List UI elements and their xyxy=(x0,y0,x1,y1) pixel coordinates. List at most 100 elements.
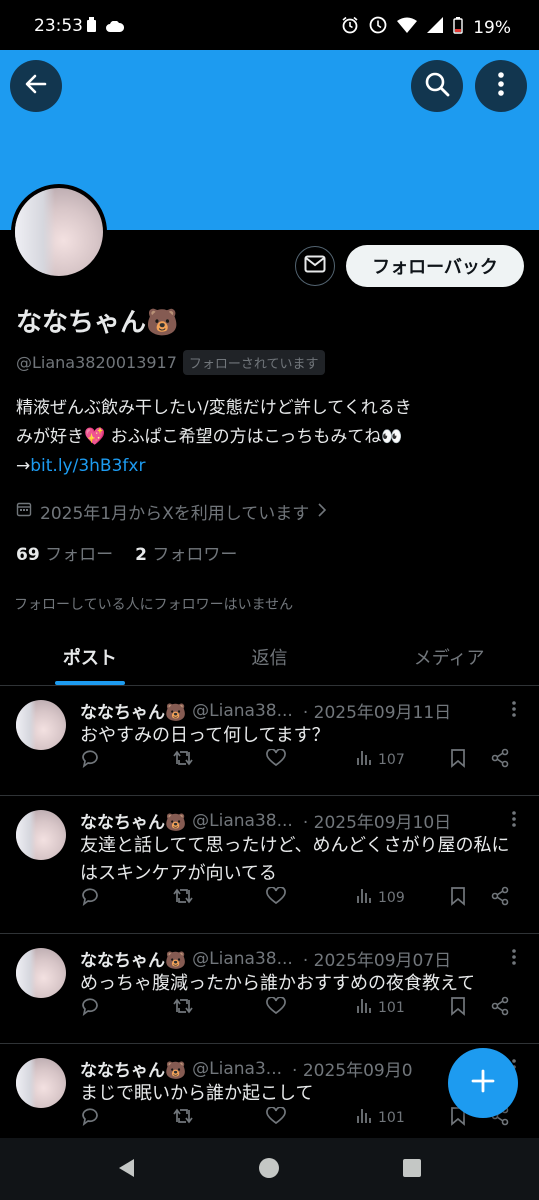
post-text: 友達と話してて思ったけど、めんどくさがり屋の私にはスキンケアが向いてる xyxy=(80,835,510,884)
nav-back-button[interactable] xyxy=(114,1158,138,1182)
heart-icon xyxy=(266,996,286,1019)
repost-button[interactable] xyxy=(172,997,194,1019)
views-button[interactable]: 109 xyxy=(356,887,405,909)
post-avatar[interactable] xyxy=(16,948,66,998)
heart-icon xyxy=(266,748,286,771)
reply-icon xyxy=(80,748,100,772)
post-item[interactable]: ななちゃん🐻 @Liana38... · 2025年09月10日 友達と話してて… xyxy=(0,796,539,934)
post-avatar[interactable] xyxy=(16,700,66,750)
share-button[interactable] xyxy=(490,996,510,1020)
tab-media[interactable]: メディア xyxy=(359,630,539,685)
battery-icon xyxy=(453,16,463,39)
search-icon xyxy=(423,70,451,102)
bookmark-button[interactable] xyxy=(450,748,466,772)
post-author-handle: @Liana38... xyxy=(192,948,293,969)
back-button[interactable] xyxy=(10,60,62,112)
post-text: おやすみの日って何してます？ xyxy=(80,725,330,746)
share-button[interactable] xyxy=(490,886,510,910)
cloud-icon xyxy=(106,18,125,38)
compose-post-button[interactable] xyxy=(448,1048,518,1118)
post-author-name: ななちゃん🐻 xyxy=(80,703,187,723)
post-item[interactable]: ななちゃん🐻 @Liana38... · 2025年09月07日 めっちゃ腹減っ… xyxy=(0,934,539,1044)
tab-posts[interactable]: ポスト xyxy=(0,630,180,685)
circle-home-icon xyxy=(258,1157,280,1183)
active-tab-indicator xyxy=(54,681,125,685)
like-button[interactable] xyxy=(266,996,286,1019)
joined-date-row[interactable]: 2025年1月からXを利用しています xyxy=(16,499,327,524)
more-vertical-icon xyxy=(497,71,505,101)
reply-icon xyxy=(80,1106,100,1130)
tab-replies[interactable]: 返信 xyxy=(180,630,360,685)
post-author-name: ななちゃん🐻 xyxy=(80,951,187,971)
bar-chart-icon xyxy=(356,749,374,771)
views-count: 101 xyxy=(378,1110,405,1126)
post-date: · 2025年09月0 xyxy=(292,1061,413,1081)
square-recents-icon xyxy=(402,1158,422,1182)
post-author-name: ななちゃん🐻 xyxy=(80,813,187,833)
system-nav-bar xyxy=(0,1138,539,1200)
profile-avatar[interactable] xyxy=(11,184,107,280)
post-author-name: ななちゃん🐻 xyxy=(80,1061,187,1081)
bio-link[interactable]: bit.ly/3hB3fxr xyxy=(30,456,145,476)
reply-icon xyxy=(80,886,100,910)
like-button[interactable] xyxy=(266,748,286,771)
signal-icon xyxy=(427,17,444,38)
post-date: · 2025年09月07日 xyxy=(302,951,452,971)
follows-you-badge: フォローされています xyxy=(182,350,325,375)
alarm-icon xyxy=(341,16,359,39)
joined-date: 2025年1月からXを利用しています xyxy=(40,504,310,524)
share-button[interactable] xyxy=(490,748,510,772)
bookmark-button[interactable] xyxy=(450,996,466,1020)
post-author-handle: @Liana38... xyxy=(192,810,293,831)
reply-button[interactable] xyxy=(80,1106,100,1130)
like-button[interactable] xyxy=(266,1106,286,1129)
profile-handle: @Liana3820013917 xyxy=(16,353,177,372)
share-icon xyxy=(490,996,510,1020)
bar-chart-icon xyxy=(356,997,374,1019)
bar-chart-icon xyxy=(356,1107,374,1129)
bookmark-button[interactable] xyxy=(450,886,466,910)
clock-icon xyxy=(369,16,387,39)
triangle-back-icon xyxy=(116,1157,136,1183)
status-bar: 23:53 19% xyxy=(0,0,539,50)
notification-icon xyxy=(86,17,98,38)
tab-label: 返信 xyxy=(251,648,288,669)
bio-line: みが好き💖 おふぱこ希望の方はこっちもみてね👀 xyxy=(16,427,403,447)
reply-button[interactable] xyxy=(80,748,100,772)
bookmark-icon xyxy=(450,996,466,1020)
search-button[interactable] xyxy=(411,60,463,112)
post-more-icon[interactable] xyxy=(511,810,517,833)
reply-button[interactable] xyxy=(80,886,100,910)
post-more-icon[interactable] xyxy=(511,700,517,723)
following-count-link[interactable]: 69 フォロー xyxy=(16,540,113,565)
mail-icon xyxy=(304,255,326,277)
repost-button[interactable] xyxy=(172,1107,194,1129)
views-button[interactable]: 101 xyxy=(356,997,405,1019)
post-item[interactable]: ななちゃん🐻 @Liana38... · 2025年09月11日 おやすみの日っ… xyxy=(0,686,539,796)
bookmark-icon xyxy=(450,748,466,772)
followers-count-link[interactable]: 2 フォロワー xyxy=(135,540,237,565)
repost-button[interactable] xyxy=(172,749,194,771)
reply-icon xyxy=(80,996,100,1020)
heart-icon xyxy=(266,1106,286,1129)
post-avatar[interactable] xyxy=(16,1058,66,1108)
views-button[interactable]: 107 xyxy=(356,749,405,771)
arrow-left-icon xyxy=(23,71,49,101)
reply-button[interactable] xyxy=(80,996,100,1020)
message-button[interactable] xyxy=(295,246,335,286)
post-avatar[interactable] xyxy=(16,810,66,860)
nav-home-button[interactable] xyxy=(257,1158,281,1182)
views-button[interactable]: 101 xyxy=(356,1107,405,1129)
views-count: 109 xyxy=(378,890,405,906)
tab-label: ポスト xyxy=(62,648,117,669)
bar-chart-icon xyxy=(356,887,374,909)
post-more-icon[interactable] xyxy=(511,948,517,971)
like-button[interactable] xyxy=(266,886,286,909)
nav-recents-button[interactable] xyxy=(400,1158,424,1182)
post-author-handle: @Liana3... xyxy=(192,1058,283,1079)
plus-icon xyxy=(470,1068,496,1098)
follow-back-button[interactable]: フォローバック xyxy=(346,245,524,287)
views-count: 107 xyxy=(378,752,405,768)
repost-button[interactable] xyxy=(172,887,194,909)
more-options-button[interactable] xyxy=(475,60,527,112)
